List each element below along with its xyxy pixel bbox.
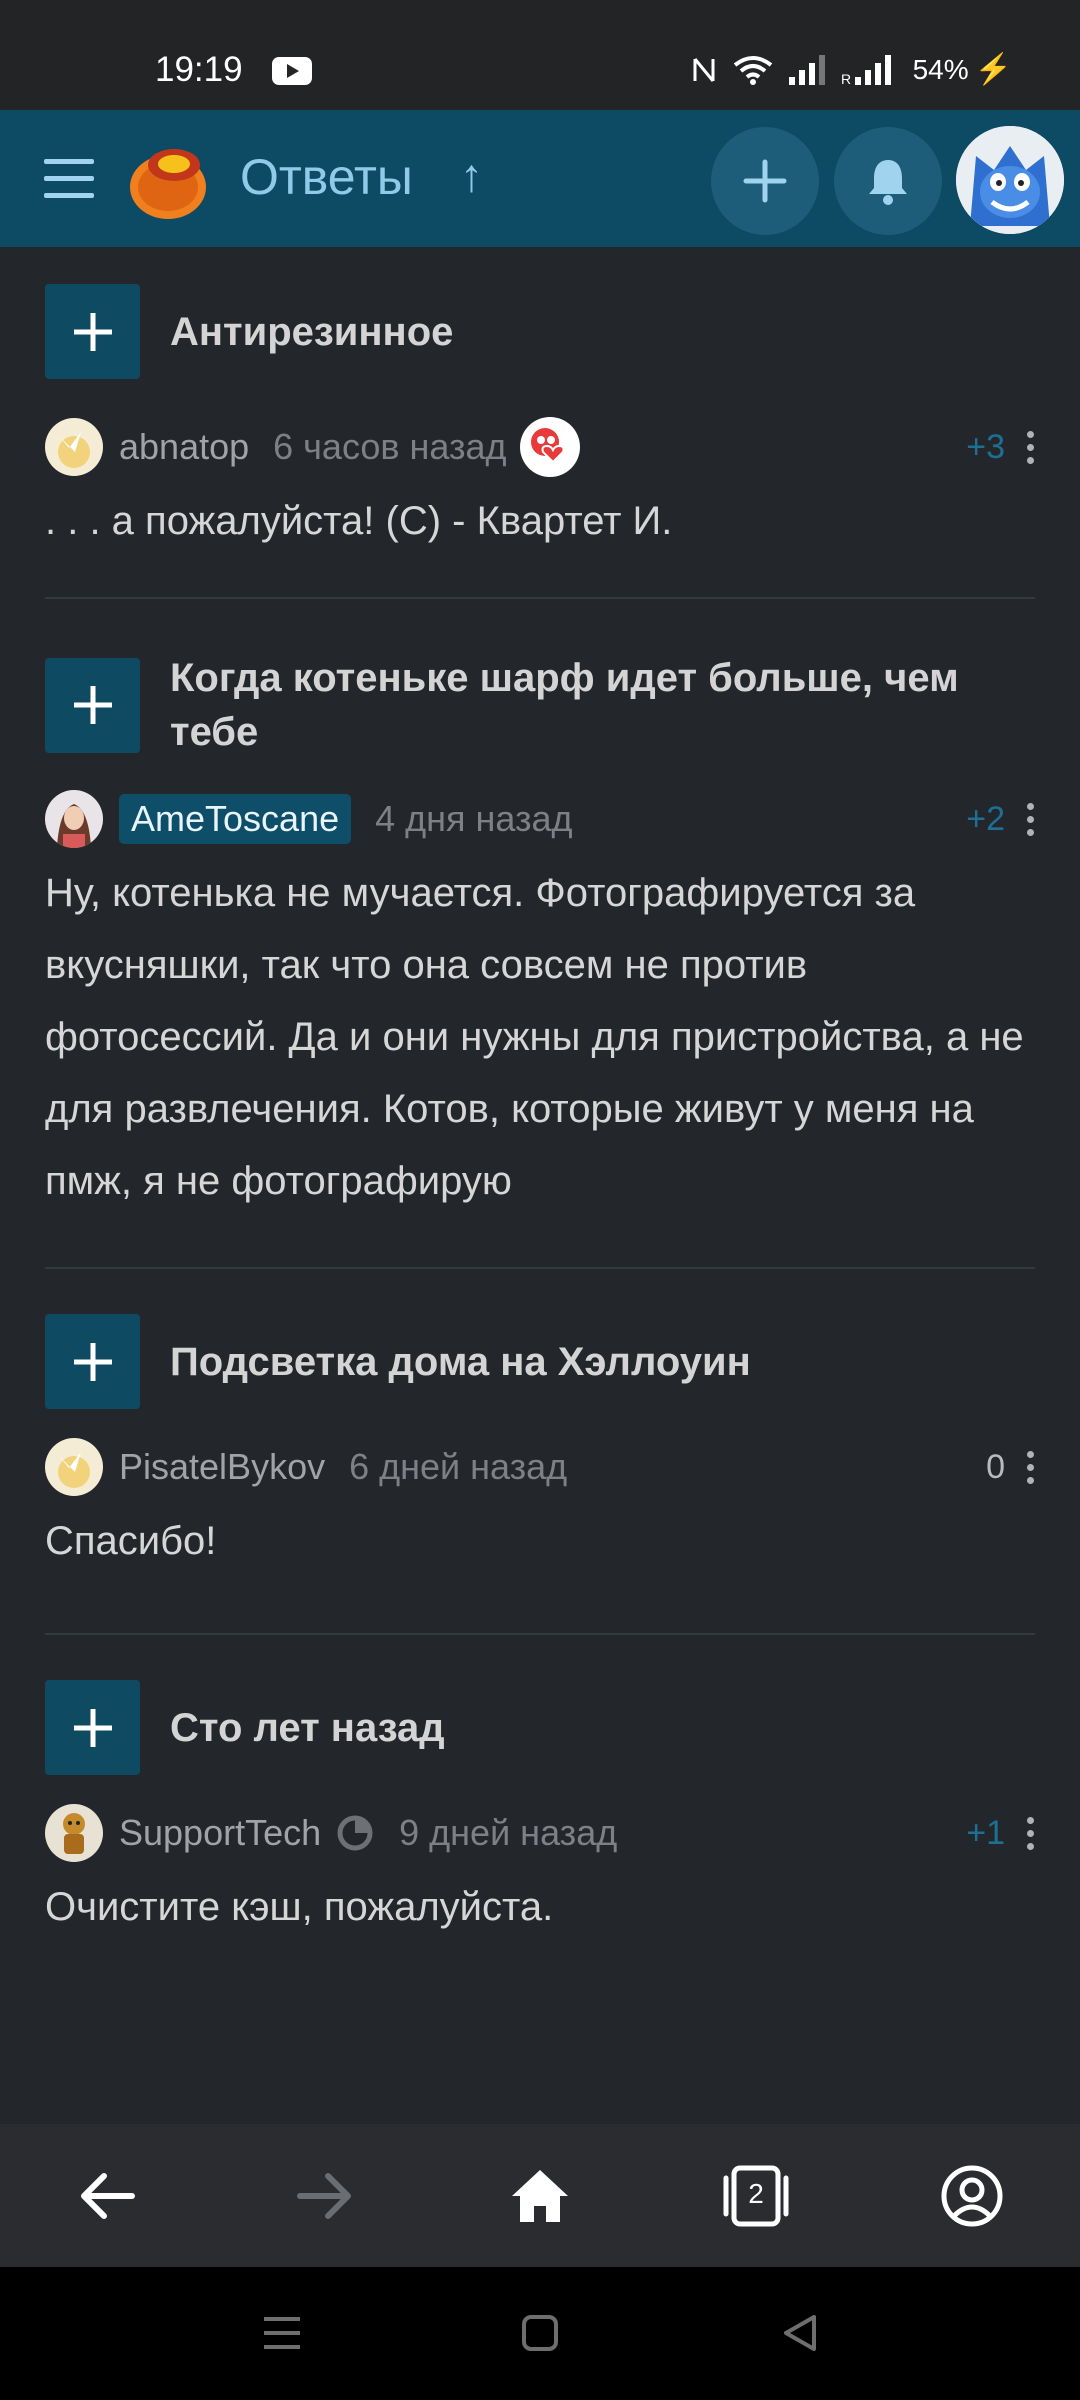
- answer-time: 6 часов назад: [273, 426, 507, 467]
- blue-cat-avatar-icon: [956, 126, 1064, 234]
- system-navigation-bar: [0, 2267, 1080, 2400]
- menu-icon[interactable]: [44, 159, 94, 199]
- answer-meta: abnatop 6 часов назад +3: [45, 415, 1035, 479]
- answer-time: 9 дней назад: [399, 1812, 618, 1853]
- question-title[interactable]: Сто лет назад: [170, 1701, 445, 1755]
- answers-feed: Антирезинное abnatop 6 часов назад +3 . …: [45, 247, 1035, 1943]
- answer-time: 6 дней назад: [349, 1446, 568, 1487]
- answer-score: +1: [966, 1813, 1005, 1852]
- avatar[interactable]: [45, 1438, 103, 1496]
- question-header[interactable]: Подсветка дома на Хэллоуин: [45, 1314, 1035, 1409]
- answer-meta: SupportTech 9 дней назад +1: [45, 1801, 1035, 1865]
- expand-button[interactable]: [45, 1680, 140, 1775]
- plus-icon: [73, 1708, 112, 1747]
- status-bar: 19:19 R 54% ⚡: [0, 0, 1080, 110]
- more-options-icon[interactable]: [1027, 1450, 1035, 1484]
- arrow-left-icon[interactable]: [72, 2160, 144, 2232]
- browser-toolbar: 2: [0, 2124, 1080, 2267]
- plus-icon: [73, 1342, 112, 1381]
- avatar[interactable]: [45, 418, 103, 476]
- answer-text: Спасибо!: [45, 1519, 217, 1563]
- tabs-button[interactable]: 2: [720, 2160, 792, 2232]
- expand-button[interactable]: [45, 657, 140, 753]
- bell-icon: [869, 160, 907, 205]
- arrow-right-icon[interactable]: [288, 2160, 360, 2232]
- more-options-icon[interactable]: [1027, 430, 1035, 464]
- signal-icon: [788, 54, 825, 85]
- answer-score: +2: [966, 799, 1005, 838]
- answer-text: . . . а пожалуйста! (С) - Квартет И.: [45, 499, 673, 543]
- signal-roaming-icon: R: [841, 54, 891, 85]
- tab-count: 2: [748, 2178, 764, 2209]
- heart-badge-icon: [519, 417, 580, 477]
- more-options-icon[interactable]: [1027, 1816, 1035, 1850]
- ask-question-button[interactable]: [711, 127, 819, 235]
- answer-card: Подсветка дома на Хэллоуин PisatelBykov …: [45, 1269, 1035, 1635]
- username[interactable]: AmeToscane: [119, 794, 352, 844]
- answer-meta: PisatelBykov 6 дней назад 0: [45, 1435, 1035, 1499]
- app-logo-icon[interactable]: [128, 135, 216, 223]
- avatar-image-icon: [45, 790, 103, 848]
- status-time: 19:19: [155, 50, 243, 89]
- answer-score: +3: [966, 427, 1005, 466]
- question-header[interactable]: Сто лет назад: [45, 1680, 1035, 1775]
- answer-card: Сто лет назад SupportTech 9 дней назад +…: [45, 1635, 1035, 1943]
- avatar[interactable]: [45, 1804, 103, 1862]
- username[interactable]: abnatop: [119, 426, 249, 468]
- app-bar: Ответы ↑: [0, 110, 1080, 247]
- system-home-icon[interactable]: [520, 2313, 560, 2353]
- answer-time: 4 дня назад: [375, 798, 573, 839]
- plus-icon: [743, 159, 787, 203]
- recent-apps-icon[interactable]: [262, 2313, 302, 2353]
- expand-button[interactable]: [45, 284, 140, 379]
- username[interactable]: SupportTech: [119, 1812, 321, 1854]
- answer-score: 0: [986, 1447, 1005, 1486]
- avatar[interactable]: [45, 790, 103, 848]
- question-header[interactable]: Когда котеньке шарф идет больше, чем теб…: [45, 651, 1035, 759]
- expand-button[interactable]: [45, 1314, 140, 1409]
- username[interactable]: PisatelBykov: [119, 1446, 325, 1488]
- answer-card: Когда котеньке шарф идет больше, чем теб…: [45, 599, 1035, 1269]
- home-icon[interactable]: [504, 2160, 576, 2232]
- plus-icon: [73, 686, 112, 724]
- answer-card: Антирезинное abnatop 6 часов назад +3 . …: [45, 247, 1035, 599]
- system-back-icon[interactable]: [780, 2313, 820, 2353]
- question-title[interactable]: Подсветка дома на Хэллоуин: [170, 1335, 751, 1389]
- question-title[interactable]: Антирезинное: [170, 305, 453, 359]
- avatar-image-icon: [45, 1804, 103, 1862]
- nfc-icon: [693, 57, 715, 82]
- more-options-icon[interactable]: [1027, 802, 1035, 836]
- support-badge-icon: [337, 1815, 373, 1851]
- svg-text:R: R: [841, 71, 851, 85]
- answer-text: Очистите кэш, пожалуйста.: [45, 1885, 554, 1929]
- scroll-up-icon[interactable]: ↑: [460, 148, 483, 202]
- answer-meta: AmeToscane 4 дня назад +2: [45, 787, 1035, 851]
- wifi-icon: [733, 55, 772, 85]
- question-title[interactable]: Когда котеньке шарф идет больше, чем теб…: [170, 651, 1035, 759]
- answer-text: Ну, котенька не мучается. Фотографируетс…: [45, 871, 1024, 1203]
- user-avatar[interactable]: [956, 126, 1064, 234]
- status-icons: R 54% ⚡: [691, 52, 1012, 87]
- battery-level: 54%: [912, 53, 969, 85]
- notifications-button[interactable]: [834, 127, 942, 235]
- question-header[interactable]: Антирезинное: [45, 284, 1035, 379]
- profile-icon[interactable]: [936, 2160, 1008, 2232]
- charging-icon: ⚡: [974, 53, 1012, 86]
- plus-icon: [73, 312, 112, 351]
- avatar-image-icon: [45, 418, 103, 476]
- avatar-image-icon: [45, 1438, 103, 1496]
- page-title[interactable]: Ответы: [240, 148, 413, 206]
- youtube-notification-icon: [272, 57, 312, 85]
